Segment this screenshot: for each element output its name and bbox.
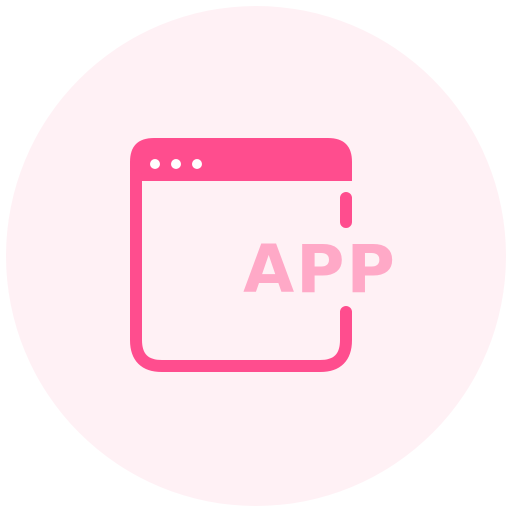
window-dot-1: [150, 159, 160, 169]
app-label: APP: [243, 231, 397, 308]
app-window-icon: APP: [6, 6, 506, 506]
window-dot-3: [192, 159, 202, 169]
app-icon-canvas: APP: [0, 0, 512, 512]
window-dot-2: [171, 159, 181, 169]
window-header-bar: [130, 138, 352, 181]
